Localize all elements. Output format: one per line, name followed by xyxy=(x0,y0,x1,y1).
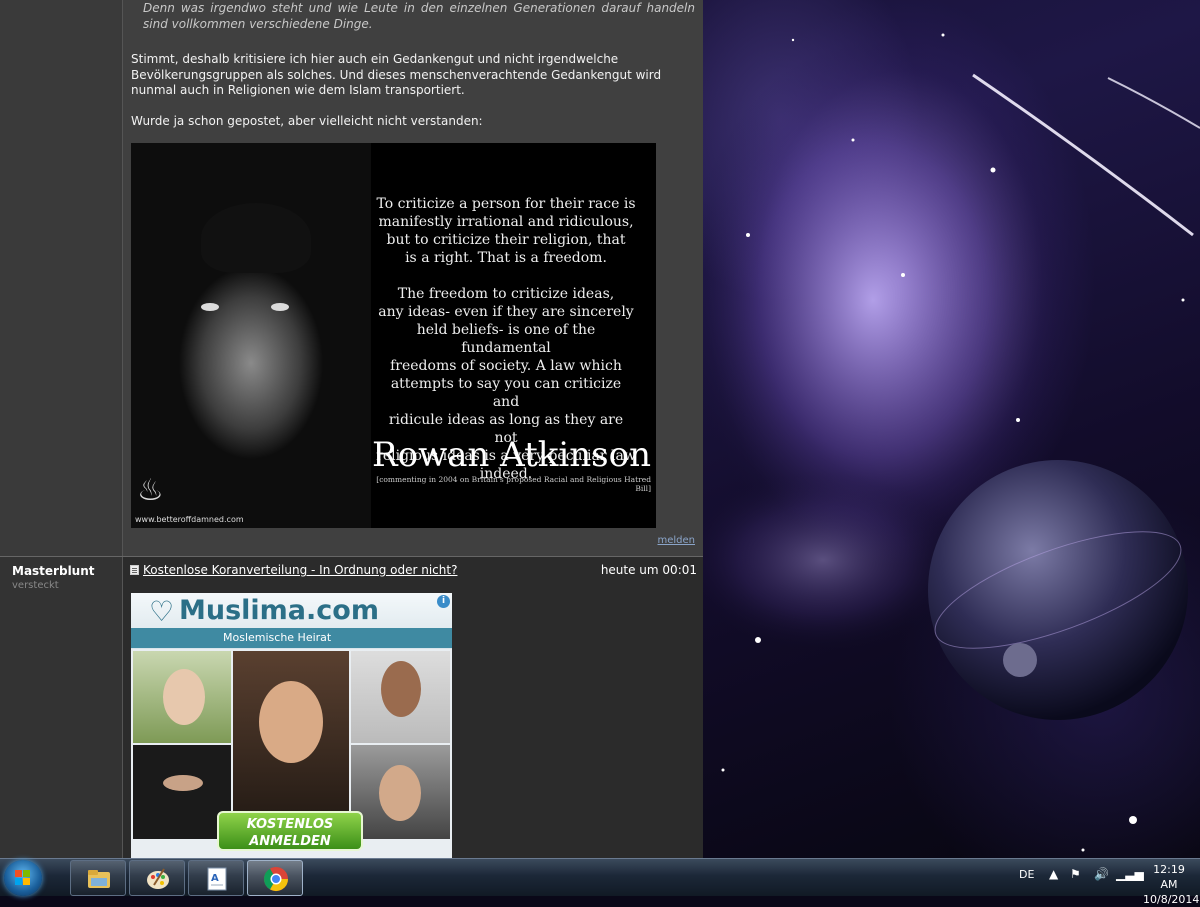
meme-image: To criticize a person for their race is … xyxy=(131,143,656,528)
post-author-column xyxy=(0,557,123,858)
advertisement-banner[interactable]: ♡ Muslima.com Moslemische Heirat i KOSTE… xyxy=(131,593,452,858)
post-body: Denn was irgendwo steht und wie Leute in… xyxy=(123,0,703,556)
volume-icon[interactable]: 🔊 xyxy=(1094,867,1109,881)
taskbar: A DE ▲ ⚑ 🔊 ▁▃▅ 12:19 AM 10/8/2014 xyxy=(0,858,1200,906)
show-hidden-icons[interactable]: ▲ xyxy=(1049,867,1058,881)
system-clock[interactable]: 12:19 AM 10/8/2014 xyxy=(1143,862,1199,907)
space-wallpaper xyxy=(703,33,1200,852)
desktop: Denn was irgendwo steht und wie Leute in… xyxy=(0,0,1200,858)
post-paragraph: Stimmt, deshalb kritisiere ich hier auch… xyxy=(131,52,662,97)
ad-photo xyxy=(351,745,450,839)
svg-text:A: A xyxy=(211,873,219,884)
ad-info-icon[interactable]: i xyxy=(437,595,450,608)
forum-post: Denn was irgendwo steht und wie Leute in… xyxy=(0,0,703,556)
subject-link[interactable]: Kostenlose Koranverteilung - In Ordnung … xyxy=(143,563,457,577)
forum-post: Masterblunt versteckt Kostenlose Koranve… xyxy=(0,556,703,858)
ad-signup-button[interactable]: KOSTENLOS ANMELDEN xyxy=(217,811,363,851)
ad-photo xyxy=(133,651,231,743)
folder-icon xyxy=(88,870,110,888)
ad-tagline: Moslemische Heirat xyxy=(131,628,452,648)
meme-subtitle: [commenting in 2004 on Britain's propose… xyxy=(376,475,651,493)
browser-page: Denn was irgendwo steht und wie Leute in… xyxy=(0,0,703,858)
ad-brand: Muslima.com xyxy=(179,595,379,626)
author-status: versteckt xyxy=(12,580,59,591)
taskbar-paint[interactable] xyxy=(129,860,185,896)
flame-logo-icon: ♨ xyxy=(137,473,164,508)
post-author-column xyxy=(0,0,123,556)
ad-photo xyxy=(351,651,450,743)
post-paragraph: Wurde ja schon gepostet, aber vielleicht… xyxy=(131,114,483,128)
moon xyxy=(1003,643,1037,677)
heart-logo-icon: ♡ xyxy=(149,595,175,628)
document-icon: A xyxy=(207,867,227,891)
chrome-icon xyxy=(264,867,288,892)
action-center-flag-icon[interactable]: ⚑ xyxy=(1070,867,1081,881)
meme-name: Rowan Atkinson xyxy=(372,435,651,475)
taskbar-wordpad[interactable]: A xyxy=(188,860,244,896)
post-time: heute um 00:01 xyxy=(600,563,697,577)
language-indicator[interactable]: DE xyxy=(1019,868,1034,881)
taskbar-explorer[interactable] xyxy=(70,860,126,896)
start-button[interactable] xyxy=(4,860,42,896)
topic-icon xyxy=(130,565,139,575)
meme-url: www.betteroffdamned.com xyxy=(135,515,244,524)
report-link[interactable]: melden xyxy=(657,535,695,546)
author-name[interactable]: Masterblunt xyxy=(12,564,95,578)
post-subject: Kostenlose Koranverteilung - In Ordnung … xyxy=(130,563,457,577)
taskbar-chrome[interactable] xyxy=(247,860,303,896)
quote-text: Denn was irgendwo steht und wie Leute in… xyxy=(143,1,695,31)
windows-logo-icon xyxy=(15,870,31,886)
planet xyxy=(928,460,1188,720)
portrait-photo xyxy=(131,143,371,528)
network-signal-icon[interactable]: ▁▃▅ xyxy=(1116,867,1144,881)
paint-palette-icon xyxy=(147,868,169,889)
